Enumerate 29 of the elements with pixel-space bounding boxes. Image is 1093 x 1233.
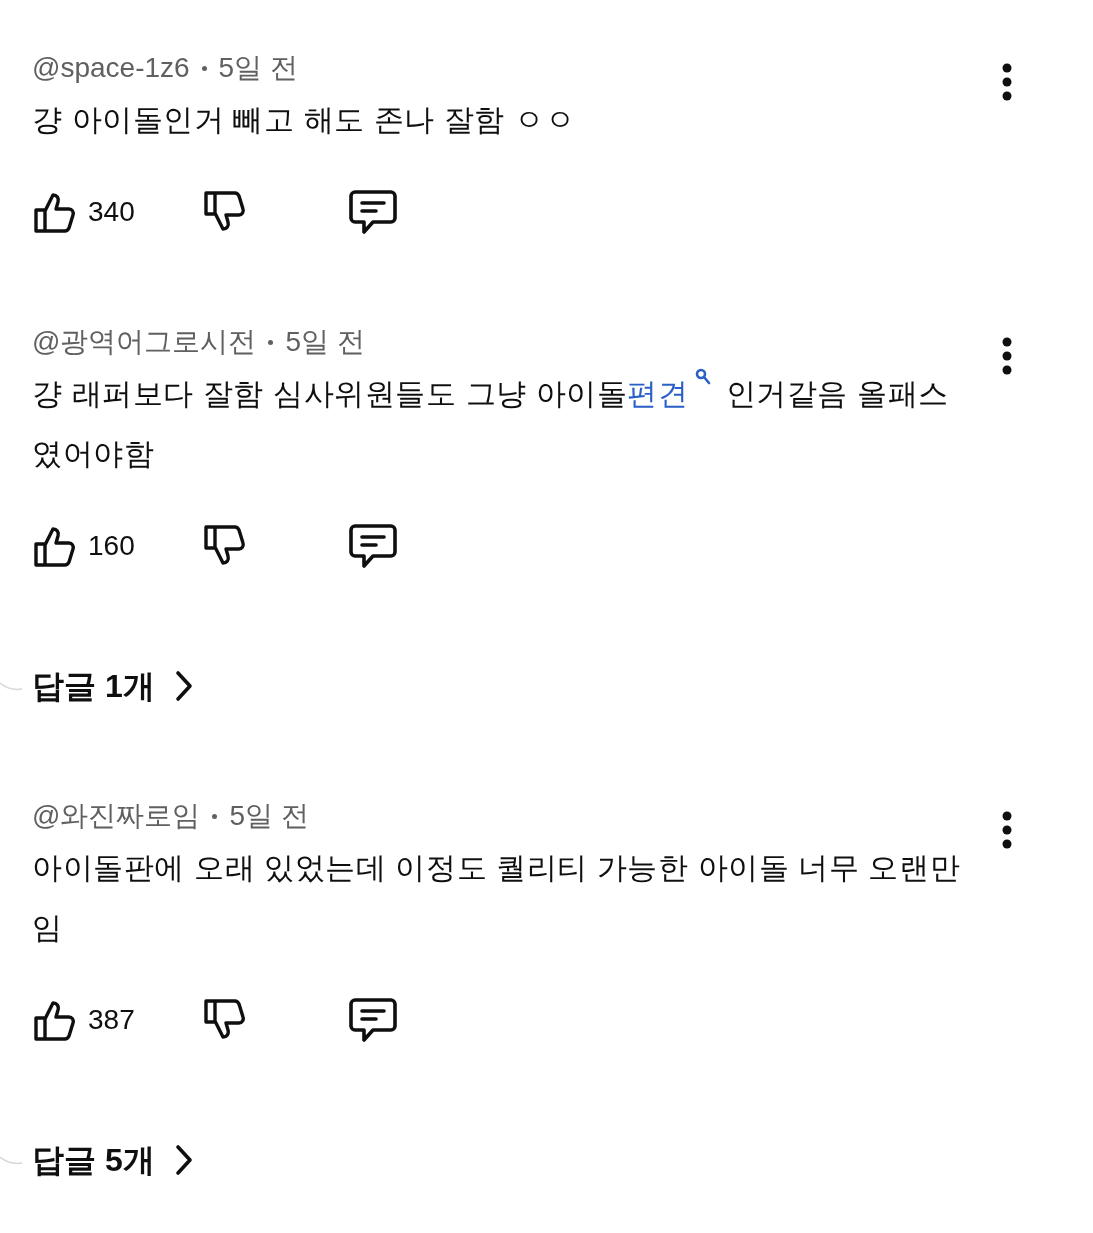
comment-icon — [348, 522, 398, 570]
timestamp: 5일 전 — [285, 325, 365, 359]
replies-button[interactable]: 답글 1개 — [32, 662, 193, 710]
chevron-icon — [174, 1144, 193, 1176]
separator-dot — [201, 65, 207, 71]
chevron-icon — [174, 670, 193, 702]
like-button[interactable]: 160 — [32, 523, 202, 569]
search-link[interactable]: 편견 — [627, 377, 689, 410]
timestamp: 5일 전 — [218, 51, 298, 85]
thread-line — [0, 1153, 24, 1167]
reply-button[interactable] — [348, 188, 398, 236]
comment-icon — [348, 996, 398, 1044]
reply-button[interactable] — [348, 996, 398, 1044]
like-button[interactable]: 387 — [32, 997, 202, 1043]
like-button[interactable]: 340 — [32, 189, 202, 235]
replies-button[interactable]: 답글 5개 — [32, 1136, 193, 1184]
comment-text: 걍 래퍼보다 잘함 심사위원들도 그냥 아이돌편견 인거같음 올패스였어야함 — [32, 364, 978, 484]
author-name[interactable]: @광역어그로시전 — [32, 322, 257, 362]
comment-text: 아이돌판에 오래 있었는데 이정도 퀄리티 가능한 아이돌 너무 오랜만임 — [32, 850, 962, 946]
separator-dot — [268, 339, 274, 345]
comment-icon — [348, 188, 398, 236]
author-name[interactable]: @space-1z6 — [32, 48, 190, 88]
separator-dot — [212, 813, 218, 819]
timestamp: 5일 전 — [229, 799, 309, 833]
search-icon — [694, 368, 711, 386]
thread-line — [0, 679, 24, 693]
author-name[interactable]: @와진짜로임 — [32, 796, 201, 836]
reply-button[interactable] — [348, 522, 398, 570]
comment-text: 걍 아이돌인거 빼고 해도 존나 잘함 ㅇㅇ — [32, 102, 577, 138]
